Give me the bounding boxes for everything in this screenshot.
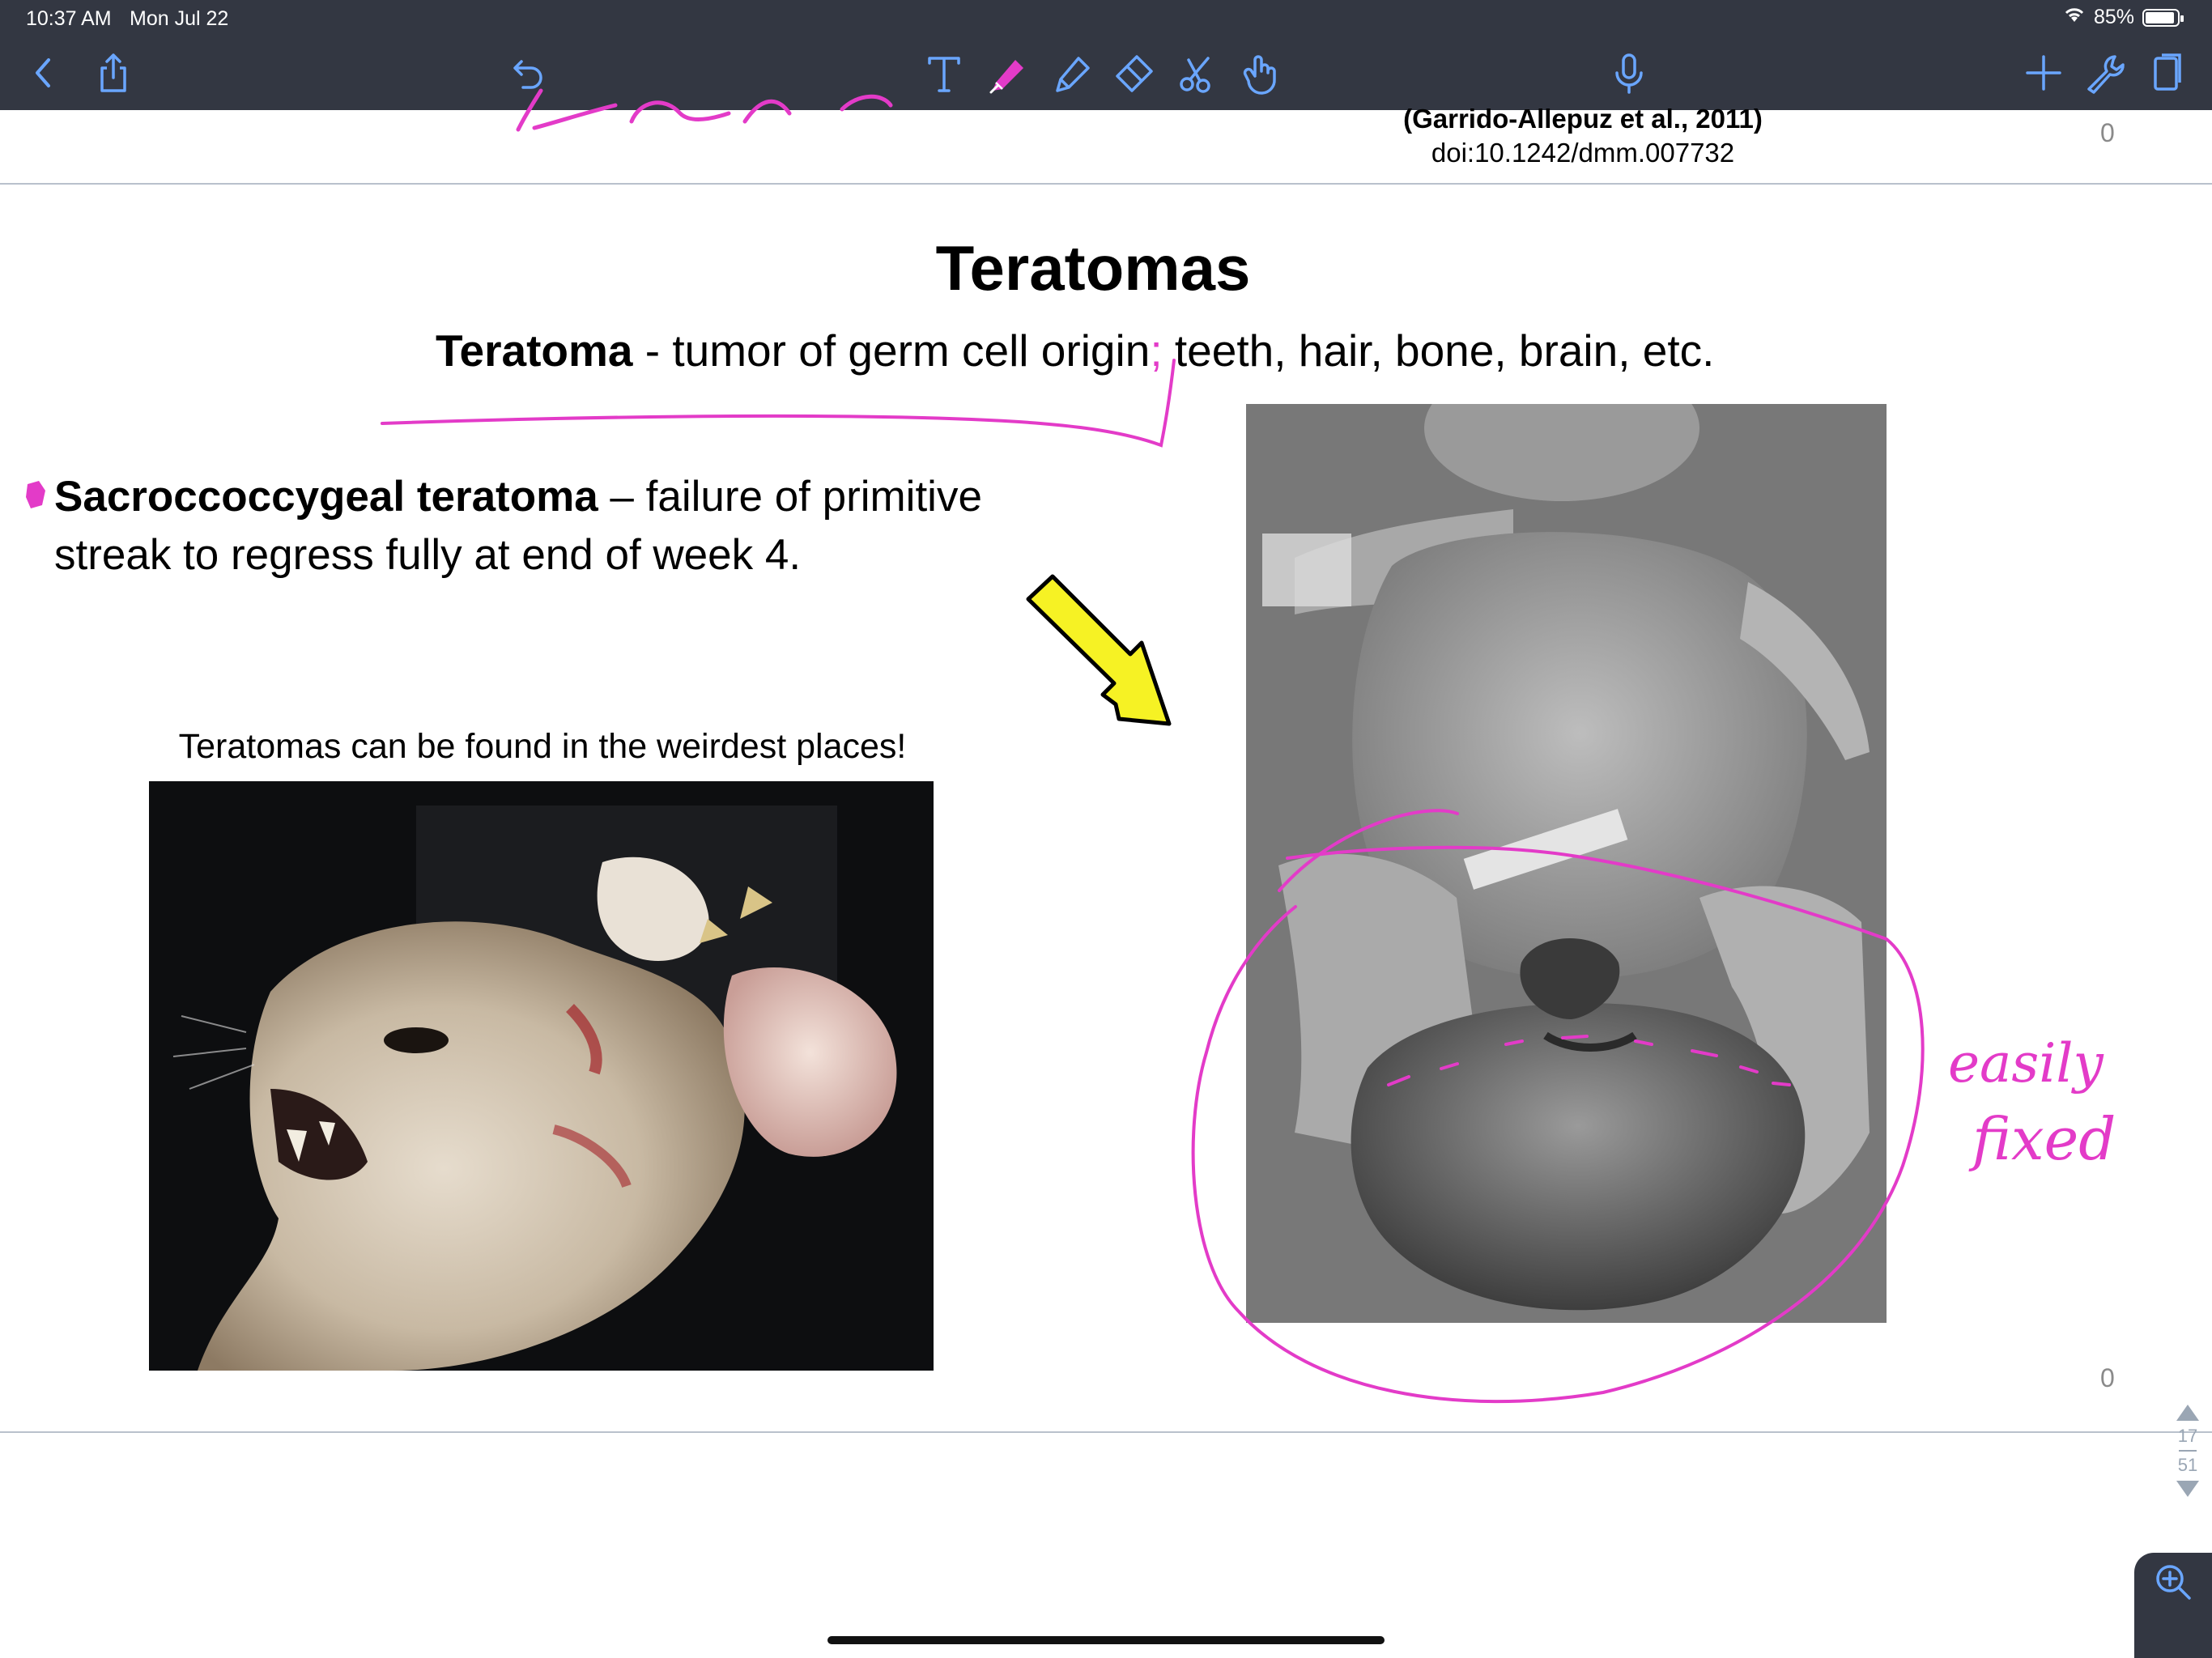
zoom-button[interactable]	[2134, 1553, 2212, 1658]
cougar-image	[149, 781, 934, 1371]
undo-icon	[513, 60, 542, 89]
settings-button[interactable]	[2079, 47, 2131, 99]
definition-line: Teratoma - tumor of germ cell origin; te…	[436, 325, 1715, 376]
current-page: 17	[2177, 1426, 2198, 1446]
slide-title: Teratomas	[935, 232, 1251, 304]
pen-tool-button[interactable]	[981, 47, 1033, 99]
status-indicators: 85%	[2063, 6, 2184, 29]
undo-button[interactable]	[502, 47, 554, 99]
bullet-term: Sacroccoccygeal teratoma	[54, 473, 598, 521]
hand-pointer-icon	[1243, 55, 1276, 95]
page-number: 0	[2100, 1363, 2115, 1392]
microphone-button[interactable]	[1603, 47, 1655, 99]
share-button[interactable]	[87, 47, 139, 99]
citation-authors: (Garrido-Allepuz et al., 2011)	[1403, 104, 1763, 134]
add-icon	[2026, 55, 2061, 91]
battery-icon	[2142, 8, 2184, 27]
highlighter-tool-button[interactable]	[1044, 47, 1096, 99]
pages-icon	[2154, 53, 2181, 91]
zoom-in-icon	[2156, 1565, 2191, 1600]
app-toolbar: 10:37 AM Mon Jul 22 85%	[0, 0, 2212, 110]
pointer-tool-button[interactable]	[1234, 47, 1286, 99]
text-tool-button[interactable]	[918, 47, 970, 99]
back-icon	[36, 58, 50, 87]
citation: (Garrido-Allepuz et al., 2011) doi:10.12…	[1312, 102, 1854, 170]
microphone-icon	[1615, 53, 1643, 94]
eraser-tool-icon	[1116, 55, 1153, 92]
page-divider-bottom	[0, 1431, 2212, 1433]
wifi-icon	[2063, 6, 2086, 29]
document-canvas[interactable]: (Garrido-Allepuz et al., 2011) doi:10.12…	[0, 104, 2212, 1658]
citation-doi: doi:10.1242/dmm.007732	[1431, 138, 1735, 168]
definition-text-b: teeth, hair, bone, brain, etc.	[1162, 325, 1715, 376]
page-down-icon[interactable]	[2176, 1481, 2199, 1497]
highlighter-tool-icon	[1056, 57, 1090, 92]
page-divider-top	[0, 183, 2212, 185]
sacrococcygeal-teratoma-photo	[1246, 404, 1887, 1323]
bullet-sacrococcygeal: Sacroccoccygeal teratoma – failure of pr…	[54, 468, 1107, 585]
pen-tool-icon	[989, 60, 1023, 94]
page-up-icon[interactable]	[2176, 1405, 2199, 1421]
lasso-tool-button[interactable]	[1171, 47, 1223, 99]
status-time: 10:37 AM	[26, 7, 112, 30]
pages-button[interactable]	[2141, 47, 2193, 99]
page-number-previous: 0	[2100, 118, 2115, 147]
home-indicator[interactable]	[827, 1636, 1385, 1644]
battery-percent: 85%	[2093, 6, 2134, 28]
total-pages: 51	[2177, 1455, 2198, 1475]
cougar-teratoma-photo	[149, 781, 934, 1371]
wrench-icon	[2087, 55, 2125, 94]
definition-text-a: - tumor of germ cell origin	[632, 325, 1151, 376]
share-icon	[100, 53, 126, 92]
infant-image	[1246, 404, 1887, 1323]
page-scroller[interactable]: 17 51	[2170, 1405, 2206, 1510]
back-button[interactable]	[18, 47, 70, 99]
status-date: Mon Jul 22	[130, 7, 229, 30]
text-tool-icon	[928, 57, 960, 92]
add-button[interactable]	[2018, 47, 2069, 99]
lasso-scissors-icon	[1180, 57, 1210, 93]
eraser-tool-button[interactable]	[1108, 47, 1159, 99]
image-caption: Teratomas can be found in the weirdest p…	[178, 727, 907, 766]
definition-term: Teratoma	[436, 325, 633, 376]
